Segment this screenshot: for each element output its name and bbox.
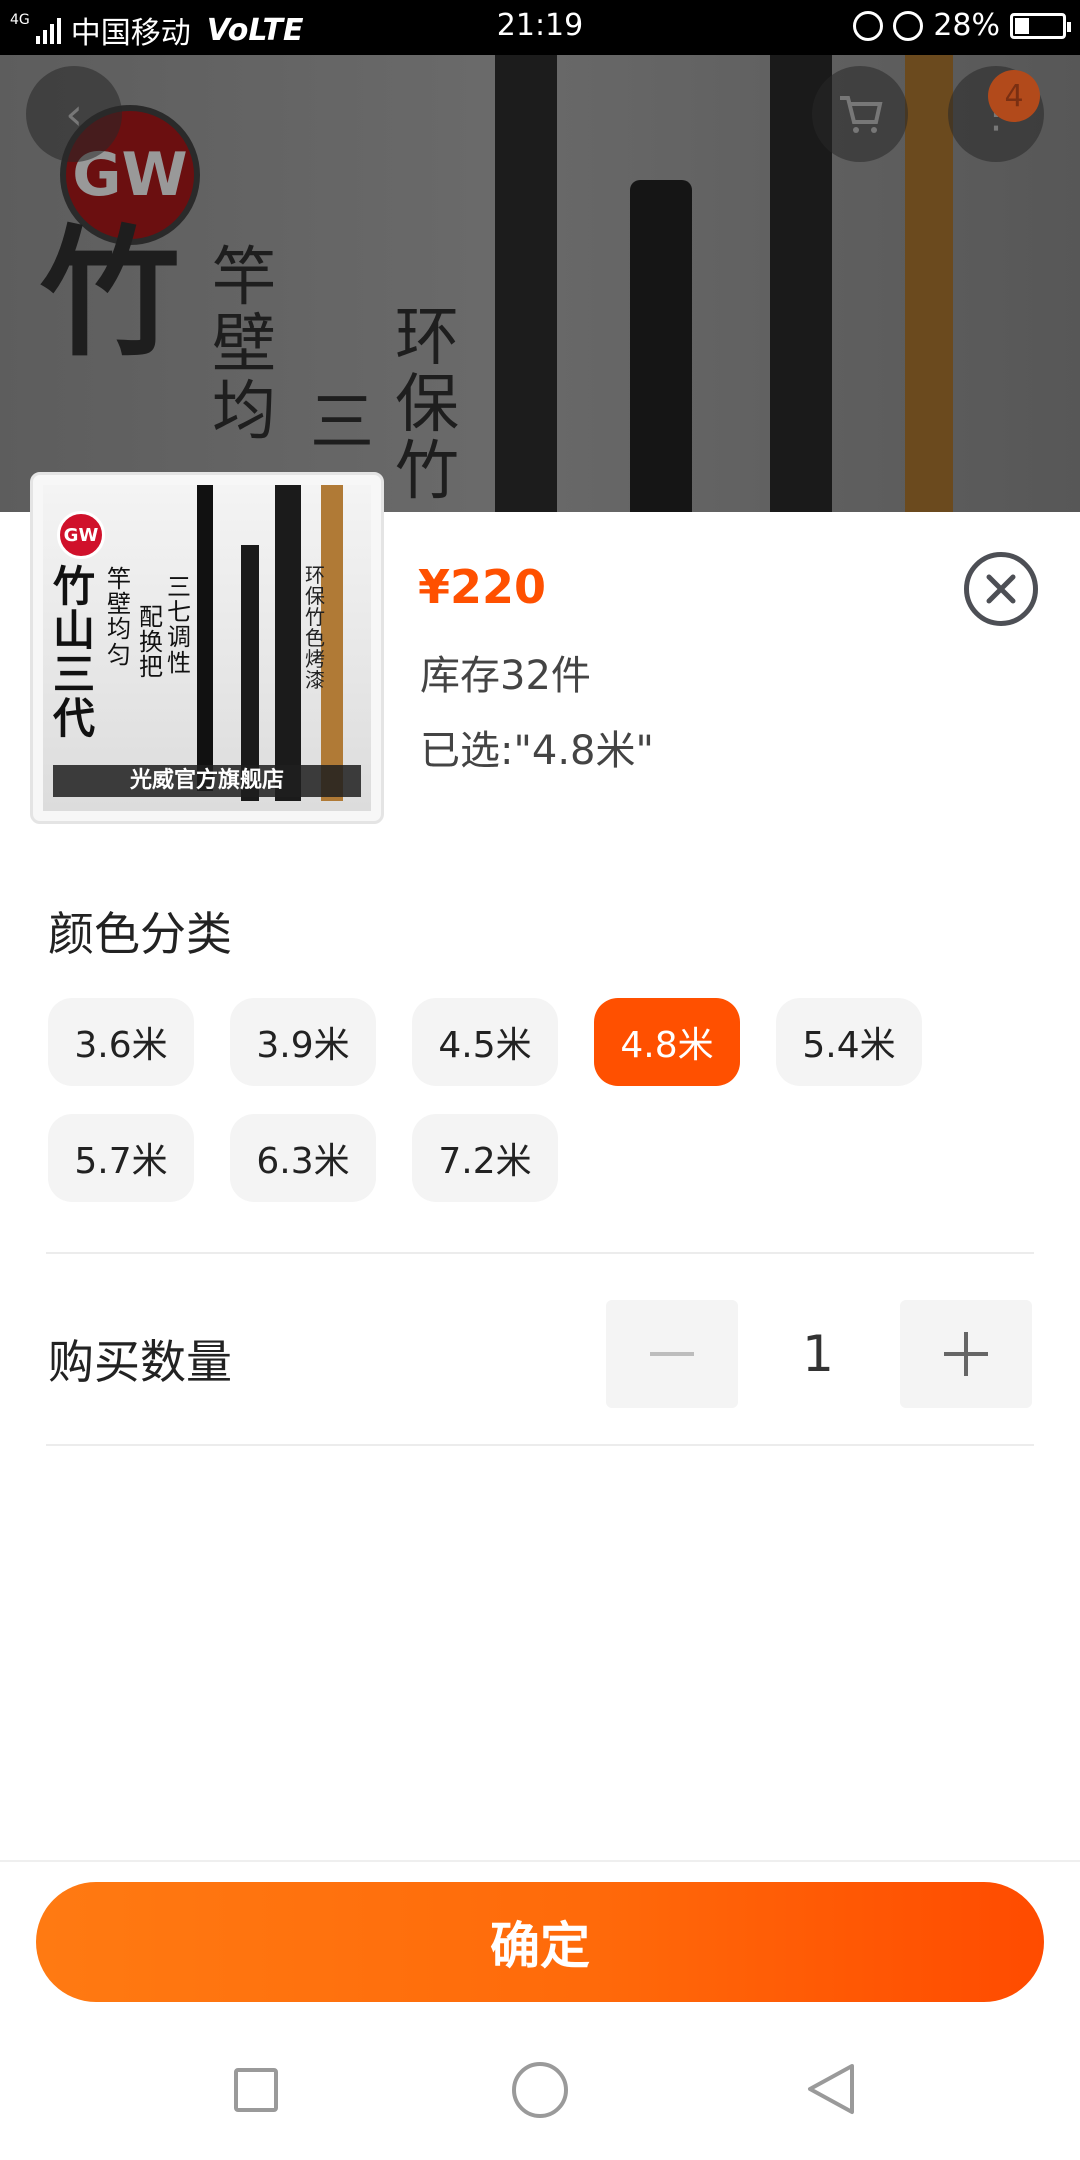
thumbnail-image: GW 竹山三代 竿壁均匀 配换把 三七调性 环保竹色烤漆 光威官方旗舰店: [43, 485, 371, 811]
battery-percent: 28%: [933, 8, 1000, 43]
thumb-text: 竿壁均匀: [107, 565, 131, 669]
status-right: 28%: [853, 8, 1071, 43]
rod-image: [495, 55, 557, 512]
thumb-text: 配换把: [139, 603, 163, 682]
product-hero-dimmed: GW 竹 竿壁均 三 环保竹: [0, 55, 1080, 512]
cart-button[interactable]: [812, 66, 908, 162]
option-4-8m-selected[interactable]: 4.8米: [594, 998, 740, 1086]
option-6-3m[interactable]: 6.3米: [230, 1114, 376, 1202]
cart-icon: [840, 96, 883, 133]
cart-count-badge: 4: [988, 70, 1040, 122]
thumb-text: 三七调性: [167, 573, 191, 677]
chevron-left-icon: ‹: [65, 88, 83, 140]
rod-image: [241, 545, 259, 801]
hero-text: 环保竹: [395, 301, 459, 510]
back-triangle-icon[interactable]: [802, 2060, 860, 2118]
thumb-store-banner: 光威官方旗舰店: [53, 765, 361, 797]
hero-text: 竿壁均: [212, 241, 276, 450]
increase-quantity-button[interactable]: [900, 1300, 1032, 1408]
rod-image: [275, 485, 301, 801]
thumb-title: 竹山三代: [53, 562, 96, 744]
option-3-9m[interactable]: 3.9米: [230, 998, 376, 1086]
home-icon[interactable]: [512, 2062, 568, 2118]
product-thumbnail[interactable]: GW 竹山三代 竿壁均匀 配换把 三七调性 环保竹色烤漆 光威官方旗舰店: [30, 472, 384, 824]
close-icon: [986, 574, 1016, 604]
rod-image: [630, 180, 692, 512]
rod-image: [197, 485, 213, 791]
recent-apps-icon[interactable]: [234, 2068, 278, 2112]
hero-text: 三: [310, 386, 374, 460]
footer-divider: [0, 1860, 1080, 1862]
option-5-7m[interactable]: 5.7米: [48, 1114, 194, 1202]
thumb-text: 环保竹色烤漆: [305, 563, 325, 692]
option-3-6m[interactable]: 3.6米: [48, 998, 194, 1086]
product-price: ¥220: [418, 560, 547, 614]
alarm-icon: [893, 10, 924, 41]
option-7-2m[interactable]: 7.2米: [412, 1114, 558, 1202]
lock-rotation-icon: [853, 10, 884, 41]
decrease-quantity-button[interactable]: [606, 1300, 738, 1408]
close-button[interactable]: [964, 552, 1038, 626]
thumb-brand-logo: GW: [57, 511, 105, 559]
confirm-button[interactable]: 确定: [36, 1882, 1044, 2002]
quantity-value[interactable]: 1: [756, 1300, 880, 1408]
selected-variant: 已选:"4.8米": [420, 728, 654, 774]
hero-headline: 竹: [40, 213, 181, 376]
divider: [46, 1444, 1034, 1446]
back-button[interactable]: ‹: [26, 66, 122, 162]
rod-image: [905, 55, 953, 512]
status-bar: 4G 中国移动 VoLTE 21:19 28%: [0, 0, 1080, 55]
stock-count: 库存32件: [420, 653, 591, 699]
system-nav-bar: [0, 2020, 1080, 2160]
divider: [46, 1252, 1034, 1254]
quantity-label: 购买数量: [48, 1335, 232, 1389]
option-5-4m[interactable]: 5.4米: [776, 998, 922, 1086]
color-section-title: 颜色分类: [48, 907, 232, 961]
battery-icon: [1010, 12, 1071, 39]
option-4-5m[interactable]: 4.5米: [412, 998, 558, 1086]
